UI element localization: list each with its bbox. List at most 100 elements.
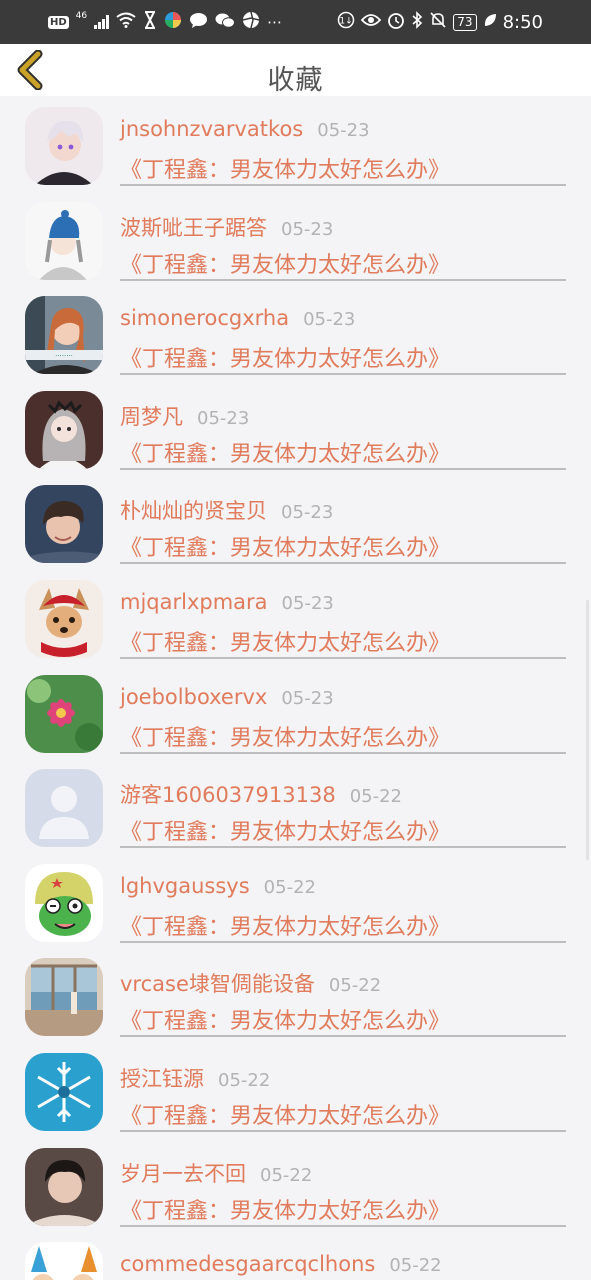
username-text: joebolboxervx (120, 684, 268, 709)
avatar[interactable] (25, 579, 103, 658)
photo-girl-avatar: ········ (25, 296, 103, 375)
clock-time: 8:50 (502, 11, 543, 33)
avatar[interactable] (25, 863, 103, 942)
item-username[interactable]: 授江钰源 05-22 (120, 1063, 270, 1093)
item-title-link[interactable]: 《丁程鑫：男友体力太好怎么办》 (120, 814, 450, 846)
list-item[interactable]: joebolboxervx 05-23 《丁程鑫：男友体力太好怎么办》 (0, 664, 591, 759)
item-username[interactable]: commedesgaarcqclhons 05-22 (120, 1252, 442, 1276)
item-title-link[interactable]: 《丁程鑫：男友体力太好怎么办》 (120, 152, 450, 184)
favorites-list[interactable]: jnsohnzvarvatkos 05-23 《丁程鑫：男友体力太好怎么办》 波斯呲王… (0, 96, 591, 1280)
data-saver-icon: 1↓ (337, 11, 355, 33)
anime-boy-avatar (25, 107, 103, 185)
list-item[interactable]: 岁月一去不回 05-22 《丁程鑫：男友体力太好怎么办》 (0, 1137, 591, 1232)
item-title-link[interactable]: 《丁程鑫：男友体力太好怎么办》 (120, 436, 450, 468)
photo-man-avatar (25, 1147, 103, 1226)
page-title: 收藏 (267, 65, 324, 96)
item-date: 05-23 (281, 687, 334, 709)
avatar[interactable] (25, 390, 103, 469)
item-username[interactable]: 周梦凡 05-23 (120, 401, 249, 431)
item-title-link[interactable]: 《丁程鑫：男友体力太好怎么办》 (120, 1098, 450, 1130)
username-text: mjqarlxpmara (120, 589, 268, 614)
row-divider (120, 1224, 566, 1227)
row-divider (120, 940, 566, 943)
row-divider (120, 656, 566, 659)
username-text: jnsohnzvarvatkos (120, 117, 304, 141)
username-text: 波斯呲王子踞答 (120, 215, 267, 240)
item-username[interactable]: 朴灿灿的贤宝贝 05-23 (120, 495, 333, 525)
list-item[interactable]: jnsohnzvarvatkos 05-23 《丁程鑫：男友体力太好怎么办》 (0, 96, 591, 191)
snowflake-avatar (25, 1052, 103, 1131)
avatar[interactable] (25, 958, 103, 1037)
item-title-link[interactable]: 《丁程鑫：男友体力太好怎么办》 (120, 720, 450, 752)
list-item[interactable]: vrcase埭智倜能设备 05-22 《丁程鑫：男友体力太好怎么办》 (0, 947, 591, 1042)
row-divider (120, 373, 566, 376)
item-date: 05-23 (281, 218, 334, 240)
item-title-link[interactable]: 《丁程鑫：男友体力太好怎么办》 (120, 625, 450, 657)
avatar[interactable] (25, 1242, 103, 1280)
aperture-icon (242, 11, 260, 33)
hd-badge: HD (48, 15, 69, 29)
avatar[interactable] (25, 201, 103, 280)
scrollbar[interactable] (586, 600, 589, 860)
row-divider (120, 467, 566, 470)
list-item[interactable]: 波斯呲王子踞答 05-23 《丁程鑫：男友体力太好怎么办》 (0, 191, 591, 286)
avatar[interactable] (25, 107, 103, 185)
item-username[interactable]: jnsohnzvarvatkos 05-23 (120, 117, 370, 141)
row-divider (120, 184, 566, 186)
avatar[interactable] (25, 674, 103, 753)
item-username[interactable]: 波斯呲王子踞答 05-23 (120, 212, 333, 242)
list-item[interactable]: lghvgaussys 05-22 《丁程鑫：男友体力太好怎么办》 (0, 853, 591, 948)
flower-avatar (25, 674, 103, 753)
list-item[interactable]: 朴灿灿的贤宝贝 05-23 《丁程鑫：男友体力太好怎么办》 (0, 474, 591, 569)
list-item[interactable]: 周梦凡 05-23 《丁程鑫：男友体力太好怎么办》 (0, 380, 591, 475)
list-item[interactable]: commedesgaarcqclhons 05-22 (0, 1231, 591, 1280)
avatar[interactable] (25, 769, 103, 848)
avatar[interactable] (25, 485, 103, 564)
item-username[interactable]: mjqarlxpmara 05-23 (120, 590, 334, 614)
row-divider (120, 1035, 566, 1038)
avatar[interactable] (25, 1052, 103, 1131)
row-divider (120, 278, 566, 281)
list-item[interactable]: mjqarlxpmara 05-23 《丁程鑫：男友体力太好怎么办》 (0, 569, 591, 664)
item-username[interactable]: 岁月一去不回 05-22 (120, 1158, 312, 1188)
item-username[interactable]: lghvgaussys 05-22 (120, 874, 316, 898)
status-left-icons: HD 46 ⋯ (48, 10, 282, 34)
item-username[interactable]: simonerocgxrha 05-23 (120, 306, 355, 330)
battery-icon: 73 (453, 13, 477, 31)
list-item[interactable]: ········ simonerocgxrha 05-23 《丁程鑫：男友体力太好怎么… (0, 285, 591, 380)
avatar[interactable]: ········ (25, 296, 103, 375)
row-divider (120, 1129, 566, 1132)
frog-cartoon-avatar (25, 863, 103, 942)
item-title-link[interactable]: 《丁程鑫：男友体力太好怎么办》 (120, 1193, 450, 1225)
row-divider (120, 562, 566, 565)
list-item[interactable]: 授江钰源 05-22 《丁程鑫：男友体力太好怎么办》 (0, 1042, 591, 1137)
colorful-app-icon (164, 11, 182, 33)
default-user-avatar (25, 769, 103, 848)
anime-girl-avatar (25, 390, 103, 469)
item-username[interactable]: vrcase埭智倜能设备 05-22 (120, 968, 381, 998)
avatar[interactable] (25, 1147, 103, 1226)
item-title-link[interactable]: 《丁程鑫：男友体力太好怎么办》 (120, 247, 450, 279)
list-item[interactable]: 游客1606037913138 05-22 《丁程鑫：男友体力太好怎么办》 (0, 758, 591, 853)
item-date: 05-23 (197, 407, 250, 429)
dog-hat-avatar (25, 579, 103, 658)
row-divider (120, 751, 566, 754)
hourglass-icon (143, 11, 157, 33)
username-text: vrcase埭智倜能设备 (120, 972, 315, 997)
item-username[interactable]: 游客1606037913138 05-22 (120, 779, 402, 809)
svg-text:········: ········ (55, 352, 73, 360)
item-title-link[interactable]: 《丁程鑫：男友体力太好怎么办》 (120, 530, 450, 562)
item-title-link[interactable]: 《丁程鑫：男友体力太好怎么办》 (120, 909, 450, 941)
item-username[interactable]: joebolboxervx 05-23 (120, 685, 334, 709)
item-date: 05-22 (263, 876, 316, 898)
svg-text:1↓: 1↓ (340, 17, 353, 27)
status-bar: HD 46 ⋯ 1↓ 73 8:50 (0, 0, 591, 44)
window-room-avatar (25, 958, 103, 1037)
username-text: commedesgaarcqclhons (120, 1252, 376, 1277)
item-date: 05-22 (218, 1069, 271, 1091)
item-title-link[interactable]: 《丁程鑫：男友体力太好怎么办》 (120, 341, 450, 373)
network-type: 46 (75, 11, 88, 21)
username-text: 周梦凡 (120, 404, 183, 429)
item-title-link[interactable]: 《丁程鑫：男友体力太好怎么办》 (120, 1003, 450, 1035)
item-date: 05-22 (260, 1164, 313, 1186)
